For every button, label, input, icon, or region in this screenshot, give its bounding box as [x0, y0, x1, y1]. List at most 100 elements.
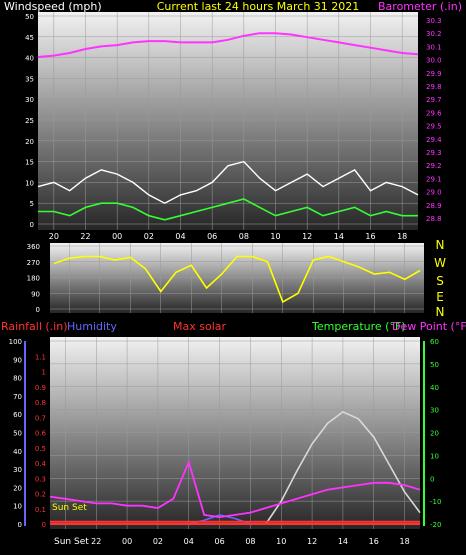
barometer-tick: 29.8 [426, 83, 442, 91]
wind-speed-tick: 10 [25, 179, 34, 187]
wind-speed-tick: 50 [25, 13, 34, 21]
wind-speed-tick: 5 [30, 200, 34, 208]
barometer-tick: 29.5 [426, 123, 442, 131]
temperature-tick: -10 [430, 498, 441, 506]
temperature-tick: -20 [430, 521, 441, 529]
temperature-hour-tick: 14 [338, 537, 348, 546]
barometer-tick: 30.3 [426, 17, 442, 25]
barometer-tick: 29.7 [426, 96, 442, 104]
panel-wind-direction: 0 90 180 270 360 N W S E N [27, 238, 446, 319]
wind-hour-tick: 12 [302, 232, 312, 241]
direction-plot-area [50, 243, 424, 313]
temperature-hour-tick: 06 [214, 537, 224, 546]
wind-hour-tick: 20 [49, 232, 59, 241]
temperature-hour-tick: 10 [276, 537, 286, 546]
legend-max-solar: Max solar [173, 320, 226, 333]
temperature-tick: 40 [430, 384, 439, 392]
direction-degree-tick: 180 [27, 275, 40, 283]
compass-e: E [436, 290, 444, 304]
humidity-tick: 30 [13, 466, 22, 474]
barometer-tick: 29.1 [426, 175, 442, 183]
rainfall-tick: 0.5 [35, 445, 46, 453]
sunset-annotation-plot: Sun Set [52, 503, 87, 513]
wind-speed-tick: 0 [30, 221, 34, 229]
rainfall-tick: 0.9 [35, 384, 46, 392]
humidity-tick: 90 [13, 356, 22, 364]
direction-degree-tick: 0 [36, 306, 40, 314]
temperature-hour-tick: 08 [245, 537, 255, 546]
wind-hour-tick: 14 [334, 232, 344, 241]
temperature-hour-tick: 00 [122, 537, 132, 546]
humidity-tick: 0 [18, 521, 22, 529]
temperature-tick: 30 [430, 407, 439, 415]
humidity-tick: 60 [13, 411, 22, 419]
temperature-hour-ticks: 22 00 02 04 06 08 10 12 14 16 18 [91, 537, 410, 546]
temperature-tick: 20 [430, 430, 439, 438]
temperature-hour-tick: 22 [91, 537, 101, 546]
temperature-plot-area [50, 337, 420, 529]
rainfall-tick: 0.7 [35, 414, 46, 422]
barometer-label: Barometer (.in) [378, 0, 462, 13]
rainfall-tick: 0 [42, 521, 46, 529]
panel-temperature-humidity: 0102030405060708090100 00.10.20.30.40.50… [1, 320, 466, 547]
legend-dew-point: Dew Point (°F) [392, 320, 466, 333]
humidity-ticks: 0 10 20 30 40 50 60 70 80 90 100 [9, 338, 22, 529]
barometer-tick: 29.3 [426, 149, 442, 157]
direction-degree-ticks: 0 90 180 270 360 [27, 243, 40, 314]
barometer-tick: 29.4 [426, 136, 442, 144]
sunset-annotation-axis: Sun Set [54, 537, 89, 547]
temperature-hour-tick: 04 [184, 537, 194, 546]
windspeed-label: Windspeed (mph) [4, 0, 102, 13]
rainfall-tick: 1 [42, 369, 46, 377]
rainfall-tick: 0.4 [35, 460, 47, 468]
humidity-tick: 40 [13, 448, 22, 456]
wind-speed-tick: 45 [25, 34, 34, 42]
temperature-hour-tick: 12 [307, 537, 317, 546]
rainfall-tick: 0.6 [35, 430, 47, 438]
weather-24h-chart: 05101520253035404550 28.828.929.029.129.… [1, 0, 466, 547]
wind-hour-tick: 22 [80, 232, 90, 241]
legend-rainfall: Rainfall (.in) [1, 320, 68, 333]
compass-n-top: N [436, 238, 445, 252]
wind-hour-tick: 18 [397, 232, 407, 241]
barometer-tick: 29.2 [426, 162, 442, 170]
temperature-tick: 10 [430, 452, 439, 460]
compass-n-bottom: N [436, 305, 445, 319]
humidity-tick: 20 [13, 484, 22, 492]
barometer-tick: 30.0 [426, 57, 442, 65]
wind-hour-tick: 04 [175, 232, 185, 241]
legend-humidity: Humidity [67, 320, 117, 333]
rainfall-tick: 0.2 [35, 491, 46, 499]
temperature-tick: 50 [430, 361, 439, 369]
temperature-tick: 0 [430, 475, 434, 483]
wind-speed-tick: 30 [25, 96, 34, 104]
rainfall-tick: 0.8 [35, 399, 46, 407]
direction-degree-tick: 90 [31, 290, 40, 298]
barometer-tick: 28.8 [426, 215, 442, 223]
wind-hour-ticks: 20 22 00 02 04 06 08 10 12 14 16 18 [49, 232, 408, 241]
wind-hour-tick: 06 [207, 232, 217, 241]
barometer-ticks: 28.8 28.9 29.0 29.1 29.2 29.3 29.4 29.5 29.6 29.7… [426, 17, 442, 223]
barometer-tick: 29.9 [426, 70, 442, 78]
wind-speed-tick: 15 [25, 159, 34, 167]
wind-speed-tick: 35 [25, 75, 34, 83]
temperature-tick: 60 [430, 338, 439, 346]
wind-speed-tick: 20 [25, 138, 34, 146]
temperature-hour-tick: 16 [369, 537, 379, 546]
rainfall-tick: 1.1 [35, 353, 46, 361]
humidity-tick: 100 [9, 338, 22, 346]
wind-speed-tick: 40 [25, 55, 34, 63]
wind-hour-tick: 02 [144, 232, 154, 241]
wind-speed-tick: 25 [25, 117, 34, 125]
humidity-tick: 10 [13, 503, 22, 511]
rainfall-ticks: 0 0.1 0.2 0.3 0.4 0.5 0.6 0.7 0.8 0.9 1 1.1 [35, 353, 47, 529]
chart-title: Current last 24 hours March 31 2021 [157, 0, 360, 13]
barometer-tick: 29.6 [426, 109, 442, 117]
wind-speed-ticks: 0 5 10 15 20 25 30 35 40 45 50 [25, 13, 34, 229]
rainfall-tick: 0.3 [35, 475, 46, 483]
humidity-tick: 50 [13, 430, 22, 438]
rainfall-tick: 0.1 [35, 506, 46, 514]
wind-hour-tick: 16 [365, 232, 375, 241]
temperature-hour-tick: 18 [399, 537, 409, 546]
direction-degree-tick: 360 [27, 243, 40, 251]
